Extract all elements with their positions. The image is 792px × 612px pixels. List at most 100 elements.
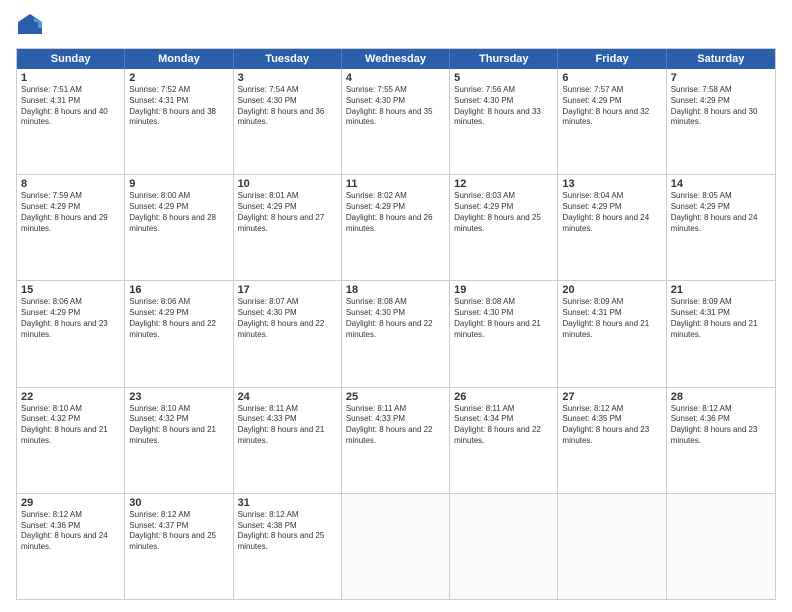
day-number: 25 (346, 391, 445, 403)
day-info: Sunrise: 8:08 AMSunset: 4:30 PMDaylight:… (454, 297, 553, 340)
calendar-cell: 1Sunrise: 7:51 AMSunset: 4:31 PMDaylight… (17, 69, 125, 174)
day-info: Sunrise: 7:56 AMSunset: 4:30 PMDaylight:… (454, 85, 553, 128)
calendar-cell: 22Sunrise: 8:10 AMSunset: 4:32 PMDayligh… (17, 388, 125, 493)
day-number: 23 (129, 391, 228, 403)
calendar-body: 1Sunrise: 7:51 AMSunset: 4:31 PMDaylight… (17, 69, 775, 599)
calendar-cell: 9Sunrise: 8:00 AMSunset: 4:29 PMDaylight… (125, 175, 233, 280)
calendar-week-2: 8Sunrise: 7:59 AMSunset: 4:29 PMDaylight… (17, 174, 775, 280)
day-number: 8 (21, 178, 120, 190)
header-day-saturday: Saturday (667, 49, 775, 69)
day-info: Sunrise: 7:58 AMSunset: 4:29 PMDaylight:… (671, 85, 771, 128)
day-info: Sunrise: 8:04 AMSunset: 4:29 PMDaylight:… (562, 191, 661, 234)
calendar-cell: 16Sunrise: 8:06 AMSunset: 4:29 PMDayligh… (125, 281, 233, 386)
calendar-cell: 30Sunrise: 8:12 AMSunset: 4:37 PMDayligh… (125, 494, 233, 599)
day-number: 10 (238, 178, 337, 190)
calendar-cell (450, 494, 558, 599)
day-info: Sunrise: 8:00 AMSunset: 4:29 PMDaylight:… (129, 191, 228, 234)
day-number: 14 (671, 178, 771, 190)
day-number: 9 (129, 178, 228, 190)
day-number: 4 (346, 72, 445, 84)
header-day-sunday: Sunday (17, 49, 125, 69)
logo-icon (16, 12, 44, 40)
day-info: Sunrise: 8:02 AMSunset: 4:29 PMDaylight:… (346, 191, 445, 234)
calendar-cell (342, 494, 450, 599)
day-info: Sunrise: 8:11 AMSunset: 4:33 PMDaylight:… (346, 404, 445, 447)
day-info: Sunrise: 8:11 AMSunset: 4:34 PMDaylight:… (454, 404, 553, 447)
calendar-cell: 3Sunrise: 7:54 AMSunset: 4:30 PMDaylight… (234, 69, 342, 174)
calendar-cell: 21Sunrise: 8:09 AMSunset: 4:31 PMDayligh… (667, 281, 775, 386)
calendar-week-1: 1Sunrise: 7:51 AMSunset: 4:31 PMDaylight… (17, 69, 775, 174)
day-info: Sunrise: 8:12 AMSunset: 4:36 PMDaylight:… (671, 404, 771, 447)
day-info: Sunrise: 8:01 AMSunset: 4:29 PMDaylight:… (238, 191, 337, 234)
day-number: 6 (562, 72, 661, 84)
header-day-monday: Monday (125, 49, 233, 69)
day-number: 31 (238, 497, 337, 509)
calendar-cell: 11Sunrise: 8:02 AMSunset: 4:29 PMDayligh… (342, 175, 450, 280)
day-info: Sunrise: 8:10 AMSunset: 4:32 PMDaylight:… (21, 404, 120, 447)
day-info: Sunrise: 8:12 AMSunset: 4:37 PMDaylight:… (129, 510, 228, 553)
calendar-cell: 4Sunrise: 7:55 AMSunset: 4:30 PMDaylight… (342, 69, 450, 174)
calendar-cell: 19Sunrise: 8:08 AMSunset: 4:30 PMDayligh… (450, 281, 558, 386)
day-number: 26 (454, 391, 553, 403)
calendar-cell: 15Sunrise: 8:06 AMSunset: 4:29 PMDayligh… (17, 281, 125, 386)
day-info: Sunrise: 8:12 AMSunset: 4:35 PMDaylight:… (562, 404, 661, 447)
calendar-week-5: 29Sunrise: 8:12 AMSunset: 4:36 PMDayligh… (17, 493, 775, 599)
header-day-thursday: Thursday (450, 49, 558, 69)
day-number: 20 (562, 284, 661, 296)
day-info: Sunrise: 7:55 AMSunset: 4:30 PMDaylight:… (346, 85, 445, 128)
calendar-cell: 2Sunrise: 7:52 AMSunset: 4:31 PMDaylight… (125, 69, 233, 174)
day-number: 1 (21, 72, 120, 84)
day-info: Sunrise: 8:12 AMSunset: 4:38 PMDaylight:… (238, 510, 337, 553)
calendar-week-4: 22Sunrise: 8:10 AMSunset: 4:32 PMDayligh… (17, 387, 775, 493)
day-number: 11 (346, 178, 445, 190)
calendar-cell: 31Sunrise: 8:12 AMSunset: 4:38 PMDayligh… (234, 494, 342, 599)
calendar-cell: 7Sunrise: 7:58 AMSunset: 4:29 PMDaylight… (667, 69, 775, 174)
calendar-cell: 26Sunrise: 8:11 AMSunset: 4:34 PMDayligh… (450, 388, 558, 493)
day-number: 28 (671, 391, 771, 403)
calendar-cell: 25Sunrise: 8:11 AMSunset: 4:33 PMDayligh… (342, 388, 450, 493)
calendar-header-row: SundayMondayTuesdayWednesdayThursdayFrid… (17, 49, 775, 69)
calendar-cell: 29Sunrise: 8:12 AMSunset: 4:36 PMDayligh… (17, 494, 125, 599)
day-info: Sunrise: 8:07 AMSunset: 4:30 PMDaylight:… (238, 297, 337, 340)
header (16, 12, 776, 40)
day-info: Sunrise: 8:12 AMSunset: 4:36 PMDaylight:… (21, 510, 120, 553)
calendar-cell: 18Sunrise: 8:08 AMSunset: 4:30 PMDayligh… (342, 281, 450, 386)
day-info: Sunrise: 7:52 AMSunset: 4:31 PMDaylight:… (129, 85, 228, 128)
day-info: Sunrise: 8:08 AMSunset: 4:30 PMDaylight:… (346, 297, 445, 340)
day-number: 15 (21, 284, 120, 296)
page: SundayMondayTuesdayWednesdayThursdayFrid… (0, 0, 792, 612)
calendar-cell: 5Sunrise: 7:56 AMSunset: 4:30 PMDaylight… (450, 69, 558, 174)
logo (16, 12, 48, 40)
day-info: Sunrise: 7:59 AMSunset: 4:29 PMDaylight:… (21, 191, 120, 234)
calendar-cell: 20Sunrise: 8:09 AMSunset: 4:31 PMDayligh… (558, 281, 666, 386)
calendar-cell (667, 494, 775, 599)
day-info: Sunrise: 7:54 AMSunset: 4:30 PMDaylight:… (238, 85, 337, 128)
header-day-tuesday: Tuesday (234, 49, 342, 69)
day-info: Sunrise: 8:06 AMSunset: 4:29 PMDaylight:… (21, 297, 120, 340)
calendar-cell: 12Sunrise: 8:03 AMSunset: 4:29 PMDayligh… (450, 175, 558, 280)
day-number: 13 (562, 178, 661, 190)
day-number: 18 (346, 284, 445, 296)
calendar: SundayMondayTuesdayWednesdayThursdayFrid… (16, 48, 776, 600)
calendar-cell: 28Sunrise: 8:12 AMSunset: 4:36 PMDayligh… (667, 388, 775, 493)
calendar-cell: 24Sunrise: 8:11 AMSunset: 4:33 PMDayligh… (234, 388, 342, 493)
header-day-wednesday: Wednesday (342, 49, 450, 69)
calendar-cell: 17Sunrise: 8:07 AMSunset: 4:30 PMDayligh… (234, 281, 342, 386)
day-info: Sunrise: 7:51 AMSunset: 4:31 PMDaylight:… (21, 85, 120, 128)
day-info: Sunrise: 8:05 AMSunset: 4:29 PMDaylight:… (671, 191, 771, 234)
calendar-cell: 8Sunrise: 7:59 AMSunset: 4:29 PMDaylight… (17, 175, 125, 280)
calendar-cell: 14Sunrise: 8:05 AMSunset: 4:29 PMDayligh… (667, 175, 775, 280)
day-number: 24 (238, 391, 337, 403)
day-info: Sunrise: 8:11 AMSunset: 4:33 PMDaylight:… (238, 404, 337, 447)
day-number: 29 (21, 497, 120, 509)
day-number: 22 (21, 391, 120, 403)
day-number: 16 (129, 284, 228, 296)
day-number: 3 (238, 72, 337, 84)
day-info: Sunrise: 7:57 AMSunset: 4:29 PMDaylight:… (562, 85, 661, 128)
calendar-cell: 10Sunrise: 8:01 AMSunset: 4:29 PMDayligh… (234, 175, 342, 280)
day-number: 21 (671, 284, 771, 296)
day-number: 30 (129, 497, 228, 509)
header-day-friday: Friday (558, 49, 666, 69)
day-number: 19 (454, 284, 553, 296)
calendar-cell: 27Sunrise: 8:12 AMSunset: 4:35 PMDayligh… (558, 388, 666, 493)
